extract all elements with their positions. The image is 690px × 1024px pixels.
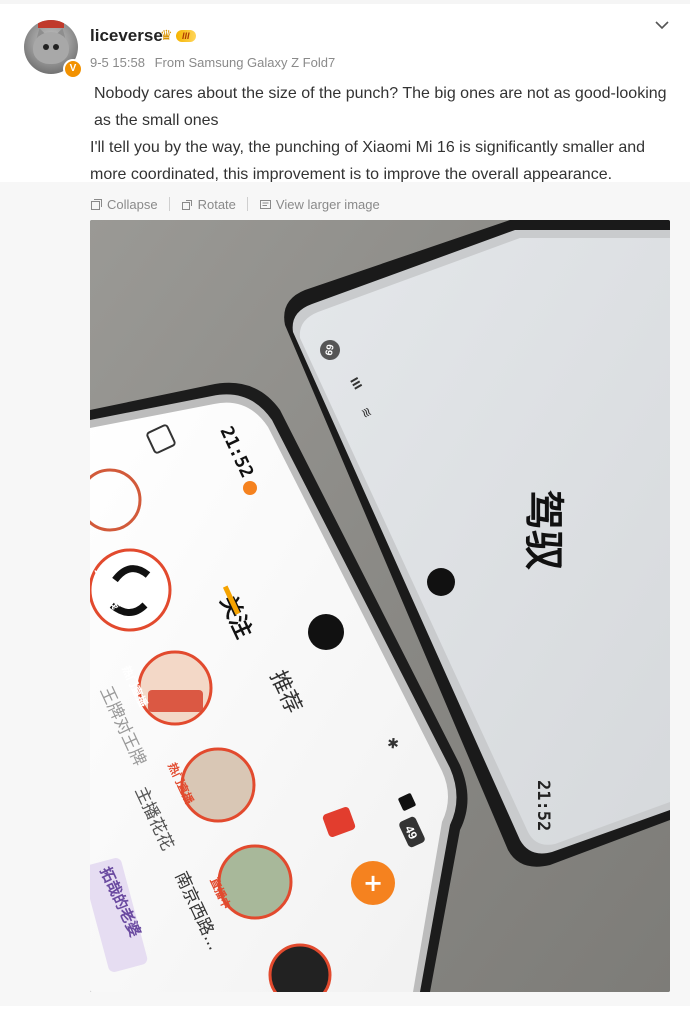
streamer-avatar[interactable] <box>180 747 256 823</box>
toolbar-divider <box>246 197 248 211</box>
top-divider <box>0 0 690 4</box>
streamer-avatar[interactable] <box>217 844 293 920</box>
view-larger-icon <box>259 199 271 209</box>
post-photo[interactable]: 69 ≋ 驾驭 21:52 21:52 关注 推荐 盘龙在线 热门直播 热门直播… <box>90 220 670 992</box>
phone-comparison-photo: 69 ≋ 驾驭 21:52 21:52 关注 推荐 盘龙在线 热门直播 热门直播… <box>90 220 670 992</box>
post-text-line: I'll tell you by the way, the punching o… <box>90 139 646 183</box>
timestamp[interactable]: 9-5 15:58 <box>90 55 145 70</box>
source-device: From Samsung Galaxy Z Fold7 <box>154 55 336 70</box>
rotate-icon <box>181 199 192 210</box>
view-larger-button[interactable]: View larger image <box>259 197 380 212</box>
left-phone-punch-hole <box>308 614 344 650</box>
toolbar-divider <box>168 197 170 211</box>
right-phone-time: 21:52 <box>533 780 553 831</box>
post-text: Nobody cares about the size of the punch… <box>90 80 675 188</box>
avatar-eye <box>53 44 59 50</box>
verified-icon: V <box>63 59 83 79</box>
image-toolbar: Collapse Rotate View larger image <box>90 195 380 213</box>
collapse-button[interactable]: Collapse <box>90 197 158 212</box>
weibo-post-card: V liceverse ♛ III 9-5 15:58 From Samsung… <box>0 0 690 1024</box>
right-phone-punch-hole <box>427 568 455 596</box>
rotate-button[interactable]: Rotate <box>181 197 236 212</box>
username[interactable]: liceverse <box>90 26 163 46</box>
post-meta: 9-5 15:58 From Samsung Galaxy Z Fold7 <box>90 55 335 70</box>
post-text-line: Nobody cares about the size of the punch… <box>94 85 667 129</box>
collapse-label: Collapse <box>107 196 158 212</box>
right-phone-title: 驾驭 <box>520 490 566 570</box>
view-larger-label: View larger image <box>275 196 380 212</box>
vip-badge[interactable]: III <box>176 30 196 42</box>
plus-icon: + <box>363 869 383 897</box>
streamer-avatar[interactable] <box>137 650 213 726</box>
avatar-cat-face <box>33 32 69 64</box>
crown-icon: ♛ <box>160 27 173 43</box>
collapse-icon <box>91 198 102 210</box>
chevron-down-icon[interactable] <box>653 16 671 34</box>
streamer-avatar[interactable] <box>268 943 332 992</box>
bottom-spacer <box>0 1006 690 1024</box>
notification-dot <box>243 481 257 495</box>
rotate-label: Rotate <box>197 196 236 212</box>
avatar-eye <box>43 44 49 50</box>
